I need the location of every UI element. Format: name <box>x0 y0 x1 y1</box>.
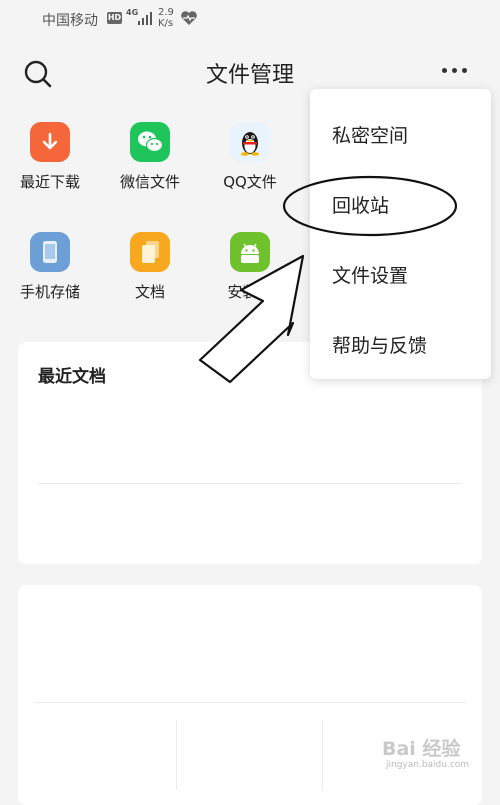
speed-unit: K/s <box>158 18 174 29</box>
divider <box>322 720 323 790</box>
qq-icon <box>230 122 270 162</box>
quick-access-label: 微信文件 <box>119 173 180 191</box>
divider <box>176 720 177 790</box>
network-type: 4G <box>126 8 139 17</box>
watermark-logo: Bai 经验 jingyan.baidu.com <box>382 734 492 779</box>
quick-access-phone-storage[interactable]: 手机存储 <box>0 232 100 312</box>
quick-access-documents[interactable]: 文档 <box>100 232 200 312</box>
phone-storage-icon <box>30 232 70 272</box>
document-icon <box>130 232 170 272</box>
menu-item-private-space[interactable]: 私密空间 <box>310 97 491 167</box>
quick-access-wechat-files[interactable]: 微信文件 <box>100 122 200 202</box>
watermark-site: jingyan.baidu.com <box>386 760 470 770</box>
speed-value: 2.9 <box>158 7 174 18</box>
network-speed: 2.9 K/s <box>158 7 174 29</box>
page-title: 文件管理 <box>205 63 294 88</box>
download-icon <box>30 122 70 162</box>
quick-access-label: 手机存储 <box>19 283 80 301</box>
carrier-name: 中国移动 <box>42 13 98 29</box>
quick-access-recent-downloads[interactable]: 最近下载 <box>0 122 100 202</box>
menu-item-label: 帮助与反馈 <box>332 335 428 357</box>
signal-icon <box>138 11 152 25</box>
divider <box>34 702 466 703</box>
divider <box>38 483 462 484</box>
menu-item-label: 文件设置 <box>332 265 409 287</box>
wechat-icon <box>130 122 170 162</box>
quick-access-label: 文档 <box>134 283 165 301</box>
more-options-icon[interactable] <box>438 66 472 76</box>
menu-item-help-feedback[interactable]: 帮助与反馈 <box>310 307 491 377</box>
quick-access-qq-files[interactable]: QQ文件 <box>200 122 300 202</box>
menu-item-label: 回收站 <box>332 195 390 217</box>
heart-rate-icon <box>181 11 197 25</box>
menu-item-file-settings[interactable]: 文件设置 <box>310 237 491 307</box>
quick-access-label: QQ文件 <box>223 173 277 191</box>
quick-access-install-packages[interactable]: 安装包 <box>200 232 300 312</box>
overflow-menu: 私密空间 回收站 文件设置 帮助与反馈 <box>310 89 491 379</box>
quick-access-label: 最近下载 <box>19 173 80 191</box>
menu-item-label: 私密空间 <box>332 125 409 147</box>
menu-item-recycle-bin[interactable]: 回收站 <box>310 167 491 237</box>
status-bar: 中国移动 HD 4G 2.9 K/s <box>0 0 500 40</box>
quick-access-label: 安装包 <box>227 283 273 301</box>
recent-documents-title: 最近文档 <box>38 367 106 387</box>
android-icon <box>230 232 270 272</box>
hd-badge: HD <box>107 12 122 24</box>
watermark-brand: Bai 经验 <box>382 738 461 760</box>
